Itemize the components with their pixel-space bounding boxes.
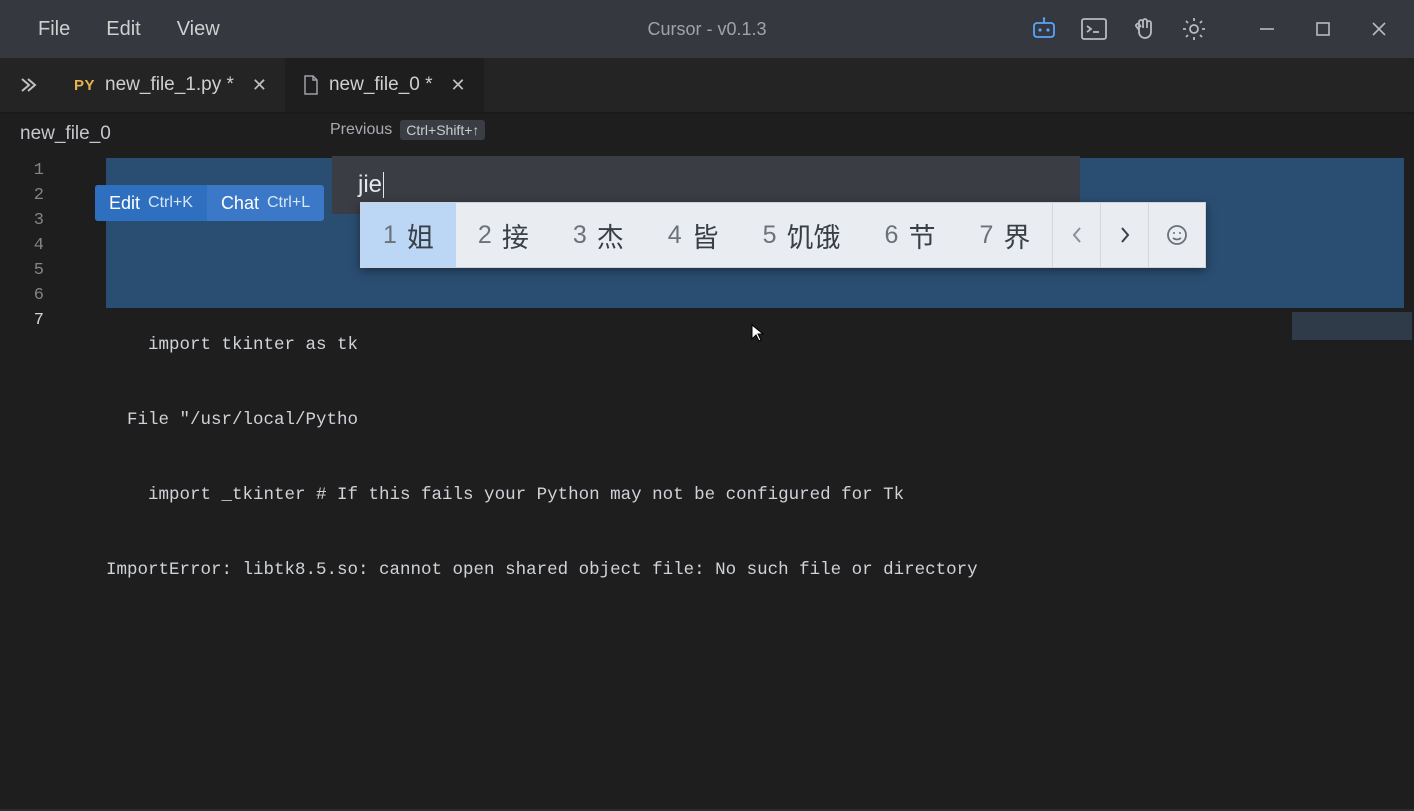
inline-edit-shortcut: Ctrl+K (148, 194, 193, 212)
ime-nav (1052, 203, 1205, 267)
ime-candidate-index: 7 (979, 221, 993, 250)
inline-edit-label: Edit (109, 193, 140, 214)
ime-candidate[interactable]: 1 姐 (361, 203, 456, 267)
terminal-panel-icon[interactable] (1080, 15, 1108, 43)
ime-emoji-icon[interactable] (1149, 223, 1205, 247)
titlebar: File Edit View Cursor - v0.1.3 (0, 0, 1414, 58)
menu-view[interactable]: View (159, 12, 238, 47)
previous-label: Previous (330, 121, 392, 139)
ime-candidate-text: 界 (1003, 216, 1030, 255)
ime-candidate[interactable]: 3 杰 (551, 203, 646, 267)
previous-hint[interactable]: Previous Ctrl+Shift+↑ (330, 120, 485, 140)
ime-candidate[interactable]: 7 界 (957, 203, 1052, 267)
breadcrumb-bar: new_file_0 Previous Ctrl+Shift+↑ (0, 114, 1414, 154)
close-icon[interactable] (1364, 15, 1394, 43)
breadcrumb[interactable]: new_file_0 (20, 123, 111, 145)
code-line: File "/usr/local/Pytho (66, 408, 1414, 433)
ime-candidate-index: 2 (478, 221, 492, 250)
line-gutter: 1 2 3 4 5 6 7 (0, 154, 66, 809)
ime-candidate-index: 6 (885, 221, 899, 250)
ime-candidate-text: 接 (502, 216, 529, 255)
inline-chat-button[interactable]: Chat Ctrl+L (207, 185, 324, 221)
inline-edit-button[interactable]: Edit Ctrl+K (95, 185, 207, 221)
ime-candidate[interactable]: 2 接 (456, 203, 551, 267)
ime-prev-page-icon[interactable] (1053, 203, 1101, 267)
window-controls (1252, 15, 1394, 43)
line-number: 5 (0, 258, 44, 283)
ime-next-page-icon[interactable] (1101, 203, 1149, 267)
generic-file-icon (303, 75, 319, 95)
line-number: 7 (0, 308, 44, 333)
minimize-icon[interactable] (1252, 15, 1282, 43)
ime-candidate-text: 节 (908, 216, 935, 255)
menubar: File Edit View (8, 12, 238, 47)
ime-candidate-text: 皆 (692, 216, 719, 255)
menu-file[interactable]: File (20, 12, 88, 47)
settings-gear-icon[interactable] (1180, 15, 1208, 43)
ime-candidate-index: 3 (573, 221, 587, 250)
ime-candidate-text: 杰 (597, 216, 624, 255)
window-title: Cursor - v0.1.3 (647, 19, 766, 40)
ime-candidate-bar: 1 姐 2 接 3 杰 4 皆 5 饥饿 6 节 7 界 (360, 202, 1206, 268)
ime-candidate-index: 1 (383, 221, 397, 250)
menu-edit[interactable]: Edit (88, 12, 158, 47)
python-file-icon: PY (74, 77, 95, 94)
tab-new-file-0[interactable]: new_file_0 * ✕ (285, 58, 484, 112)
ime-candidate-index: 5 (763, 221, 777, 250)
inline-chat-label: Chat (221, 193, 259, 214)
tabstrip: PY new_file_1.py * ✕ new_file_0 * ✕ (0, 58, 1414, 114)
ai-robot-icon[interactable] (1030, 15, 1058, 43)
titlebar-actions (1030, 15, 1406, 43)
wave-hand-icon[interactable] (1130, 15, 1158, 43)
line-number: 6 (0, 283, 44, 308)
ime-candidate[interactable]: 4 皆 (646, 203, 741, 267)
line-number: 1 (0, 158, 44, 183)
previous-shortcut: Ctrl+Shift+↑ (400, 120, 485, 140)
code-line: ImportError: libtk8.5.so: cannot open sh… (66, 558, 1414, 583)
tab-close-icon[interactable]: ✕ (244, 75, 267, 96)
tab-close-icon[interactable]: ✕ (443, 75, 466, 96)
code-line: import tkinter as tk (66, 333, 1414, 358)
tab-label: new_file_1.py * (105, 74, 234, 96)
line-number: 2 (0, 183, 44, 208)
inline-chat-shortcut: Ctrl+L (267, 194, 310, 212)
ime-candidate-text: 姐 (407, 216, 434, 255)
tab-new-file-1[interactable]: PY new_file_1.py * ✕ (56, 58, 285, 112)
ime-candidate[interactable]: 6 节 (863, 203, 958, 267)
text-caret (383, 172, 384, 198)
ime-candidate-text: 饥饿 (787, 216, 841, 255)
ime-candidate[interactable]: 5 饥饿 (741, 203, 863, 267)
maximize-icon[interactable] (1308, 15, 1338, 43)
sidebar-toggle-icon[interactable] (0, 58, 56, 112)
tab-label: new_file_0 * (329, 74, 433, 96)
code-line: import _tkinter # If this fails your Pyt… (66, 483, 1414, 508)
inline-actions-popup: Edit Ctrl+K Chat Ctrl+L (95, 185, 324, 221)
ime-candidate-index: 4 (668, 221, 682, 250)
ime-input-text: jie (358, 171, 382, 199)
line-number: 3 (0, 208, 44, 233)
line-number: 4 (0, 233, 44, 258)
